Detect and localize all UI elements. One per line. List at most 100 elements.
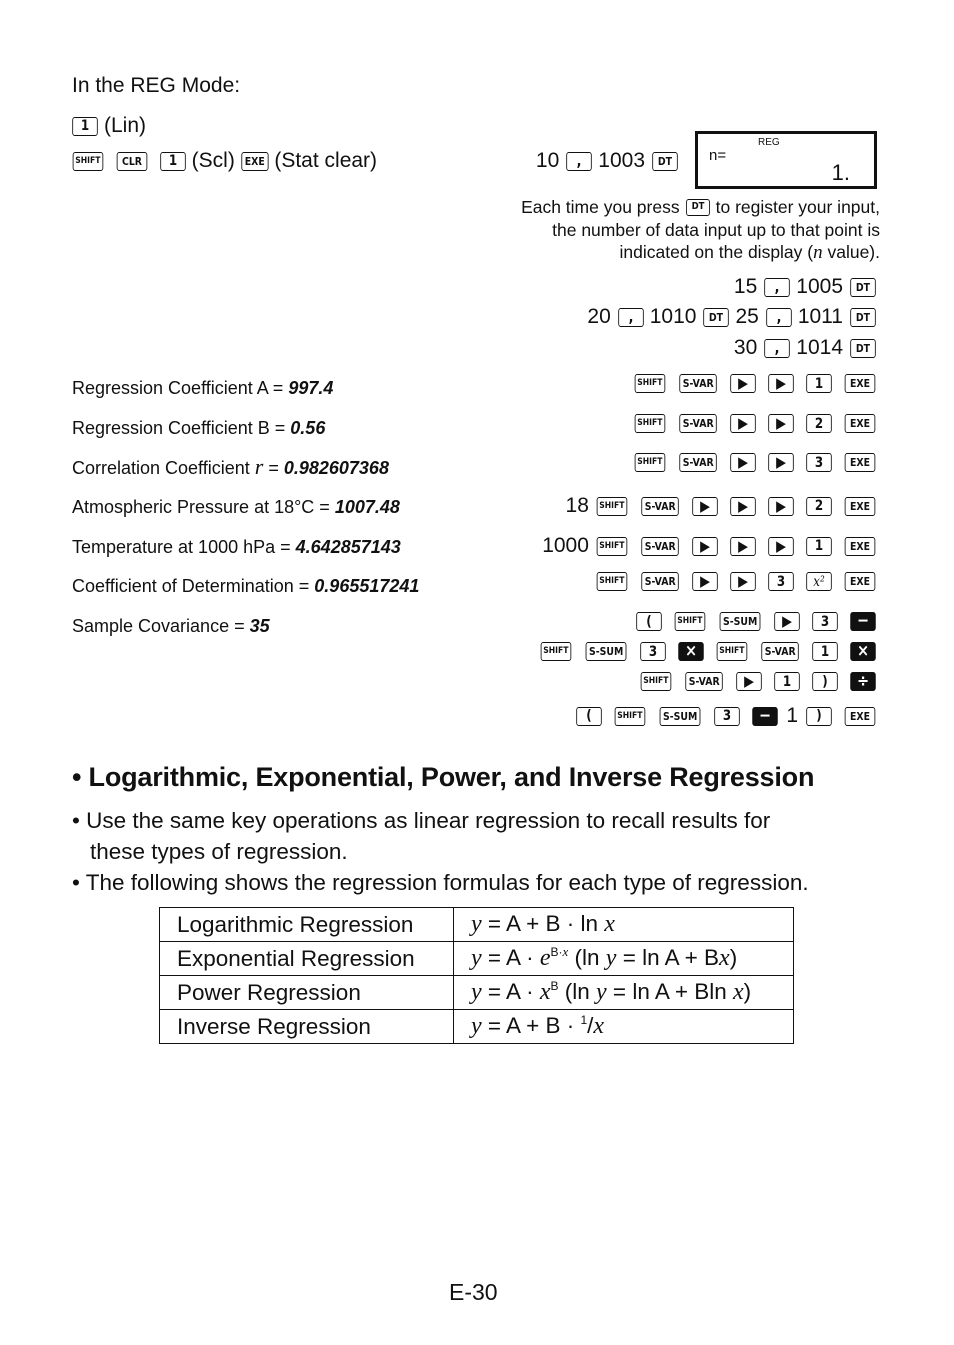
scl-label: (Scl) — [191, 149, 235, 172]
key-x-squared[interactable]: x² — [806, 572, 832, 591]
lin-label: (Lin) — [104, 114, 147, 137]
key-3[interactable]: 3 — [714, 706, 741, 726]
key-s-var[interactable]: S-VAR — [678, 414, 717, 433]
key-3[interactable]: 3 — [812, 612, 838, 631]
display-value: 1. — [831, 160, 850, 185]
key-minus[interactable]: − — [752, 706, 779, 726]
key-right-arrow[interactable]: ▶ — [730, 572, 756, 591]
key-1[interactable]: 1 — [774, 672, 800, 691]
key-exe[interactable]: EXE — [844, 453, 876, 472]
result-temperature: Temperature at 1000 hPa = 4.642857143 — [72, 536, 401, 558]
key-right-arrow[interactable]: ▶ — [730, 496, 756, 516]
key-right-arrow[interactable]: ▶ — [768, 536, 794, 556]
key-close-paren[interactable]: ) — [806, 706, 832, 726]
key-comma[interactable]: , — [764, 338, 791, 358]
key-s-var[interactable]: S-VAR — [640, 536, 679, 556]
result-value: 0.982607368 — [283, 458, 389, 478]
key-s-var[interactable]: S-VAR — [640, 496, 679, 516]
key-open-paren[interactable]: ( — [636, 612, 662, 631]
key-right-arrow[interactable]: ▶ — [768, 374, 794, 393]
entry-x: 25 — [735, 305, 759, 328]
key-shift[interactable]: SHIFT — [540, 642, 571, 661]
key-comma[interactable]: , — [764, 277, 791, 297]
key-dt[interactable]: DT — [850, 307, 876, 327]
key-s-var[interactable]: S-VAR — [640, 572, 679, 591]
key-s-sum[interactable]: S-SUM — [659, 706, 701, 726]
key-dt[interactable]: DT — [652, 151, 678, 171]
key-shift[interactable]: SHIFT — [615, 706, 646, 726]
key-exe[interactable]: EXE — [844, 414, 876, 433]
key-shift[interactable]: SHIFT — [640, 672, 671, 691]
key-close-paren[interactable]: ) — [812, 672, 838, 691]
entry-x: 30 — [733, 336, 758, 359]
key-s-var[interactable]: S-VAR — [760, 642, 799, 661]
key-dt[interactable]: DT — [703, 307, 730, 327]
key-1[interactable]: 1 — [812, 642, 838, 661]
note-text: the number of data input up to that poin… — [552, 219, 880, 240]
key-exe[interactable]: EXE — [844, 496, 876, 516]
result-label: Regression Coefficient B = — [72, 418, 291, 438]
key-right-arrow[interactable]: ▶ — [768, 496, 794, 516]
entry-y: 1010 — [649, 305, 697, 328]
key-right-arrow[interactable]: ▶ — [730, 536, 756, 556]
key-open-paren[interactable]: ( — [576, 706, 603, 726]
key-multiply[interactable]: × — [850, 642, 876, 661]
key-right-arrow[interactable]: ▶ — [736, 672, 762, 691]
key-dt[interactable]: DT — [850, 338, 876, 358]
key-dt[interactable]: DT — [850, 277, 876, 297]
key-right-arrow[interactable]: ▶ — [774, 612, 800, 631]
key-shift[interactable]: SHIFT — [596, 496, 627, 516]
key-shift[interactable]: SHIFT — [634, 414, 665, 433]
key-1[interactable]: 1 — [159, 151, 186, 171]
key-right-arrow[interactable]: ▶ — [730, 374, 756, 393]
section-heading: • Logarithmic, Exponential, Power, and I… — [72, 762, 815, 792]
key-multiply[interactable]: × — [678, 642, 704, 661]
key-right-arrow[interactable]: ▶ — [692, 496, 718, 516]
key-right-arrow[interactable]: ▶ — [730, 453, 756, 472]
key-shift[interactable]: SHIFT — [716, 642, 747, 661]
key-shift[interactable]: SHIFT — [674, 612, 706, 631]
key-1[interactable]: 1 — [806, 536, 832, 556]
key-exe[interactable]: EXE — [844, 374, 876, 393]
key-3[interactable]: 3 — [806, 453, 832, 472]
page-number: E-30 — [449, 1279, 498, 1305]
key-minus[interactable]: − — [850, 612, 876, 631]
key-3[interactable]: 3 — [640, 642, 666, 661]
key-comma[interactable]: , — [766, 307, 792, 327]
key-shift[interactable]: SHIFT — [596, 572, 627, 591]
key-right-arrow[interactable]: ▶ — [692, 536, 718, 556]
entry-y: 1014 — [796, 336, 843, 359]
key-comma[interactable]: , — [566, 151, 593, 171]
key-s-var[interactable]: S-VAR — [684, 672, 723, 691]
key-right-arrow[interactable]: ▶ — [768, 453, 794, 472]
key-s-var[interactable]: S-VAR — [678, 374, 717, 393]
key-comma[interactable]: , — [618, 307, 644, 327]
key-exe[interactable]: EXE — [844, 572, 876, 591]
key-exe[interactable]: EXE — [241, 151, 268, 171]
key-dt[interactable]: DT — [685, 198, 710, 216]
key-right-arrow[interactable]: ▶ — [768, 414, 794, 433]
key-2[interactable]: 2 — [806, 414, 832, 433]
regression-name: Inverse Regression — [159, 1009, 454, 1044]
key-shift[interactable]: SHIFT — [72, 151, 103, 171]
key-sequence-row: SHIFT S-VAR ▶ 1) ÷ — [634, 672, 878, 691]
result-value: 4.642857143 — [295, 537, 401, 557]
key-s-sum[interactable]: S-SUM — [719, 612, 761, 631]
result-value: 997.4 — [288, 378, 334, 398]
key-3[interactable]: 3 — [768, 572, 794, 591]
key-s-var[interactable]: S-VAR — [678, 453, 717, 472]
key-shift[interactable]: SHIFT — [634, 453, 665, 472]
key-s-sum[interactable]: S-SUM — [585, 642, 627, 661]
key-shift[interactable]: SHIFT — [634, 374, 665, 393]
key-right-arrow[interactable]: ▶ — [730, 414, 756, 433]
key-exe[interactable]: EXE — [844, 706, 876, 726]
key-2[interactable]: 2 — [806, 496, 832, 516]
key-exe[interactable]: EXE — [844, 536, 876, 556]
key-right-arrow[interactable]: ▶ — [692, 572, 718, 591]
key-clr[interactable]: CLR — [116, 151, 147, 171]
key-1[interactable]: 1 — [806, 374, 832, 393]
key-1[interactable]: 1 — [72, 116, 98, 136]
key-divide[interactable]: ÷ — [850, 672, 876, 691]
key-shift[interactable]: SHIFT — [596, 536, 627, 556]
display-mode-indicator: REG — [758, 137, 780, 148]
